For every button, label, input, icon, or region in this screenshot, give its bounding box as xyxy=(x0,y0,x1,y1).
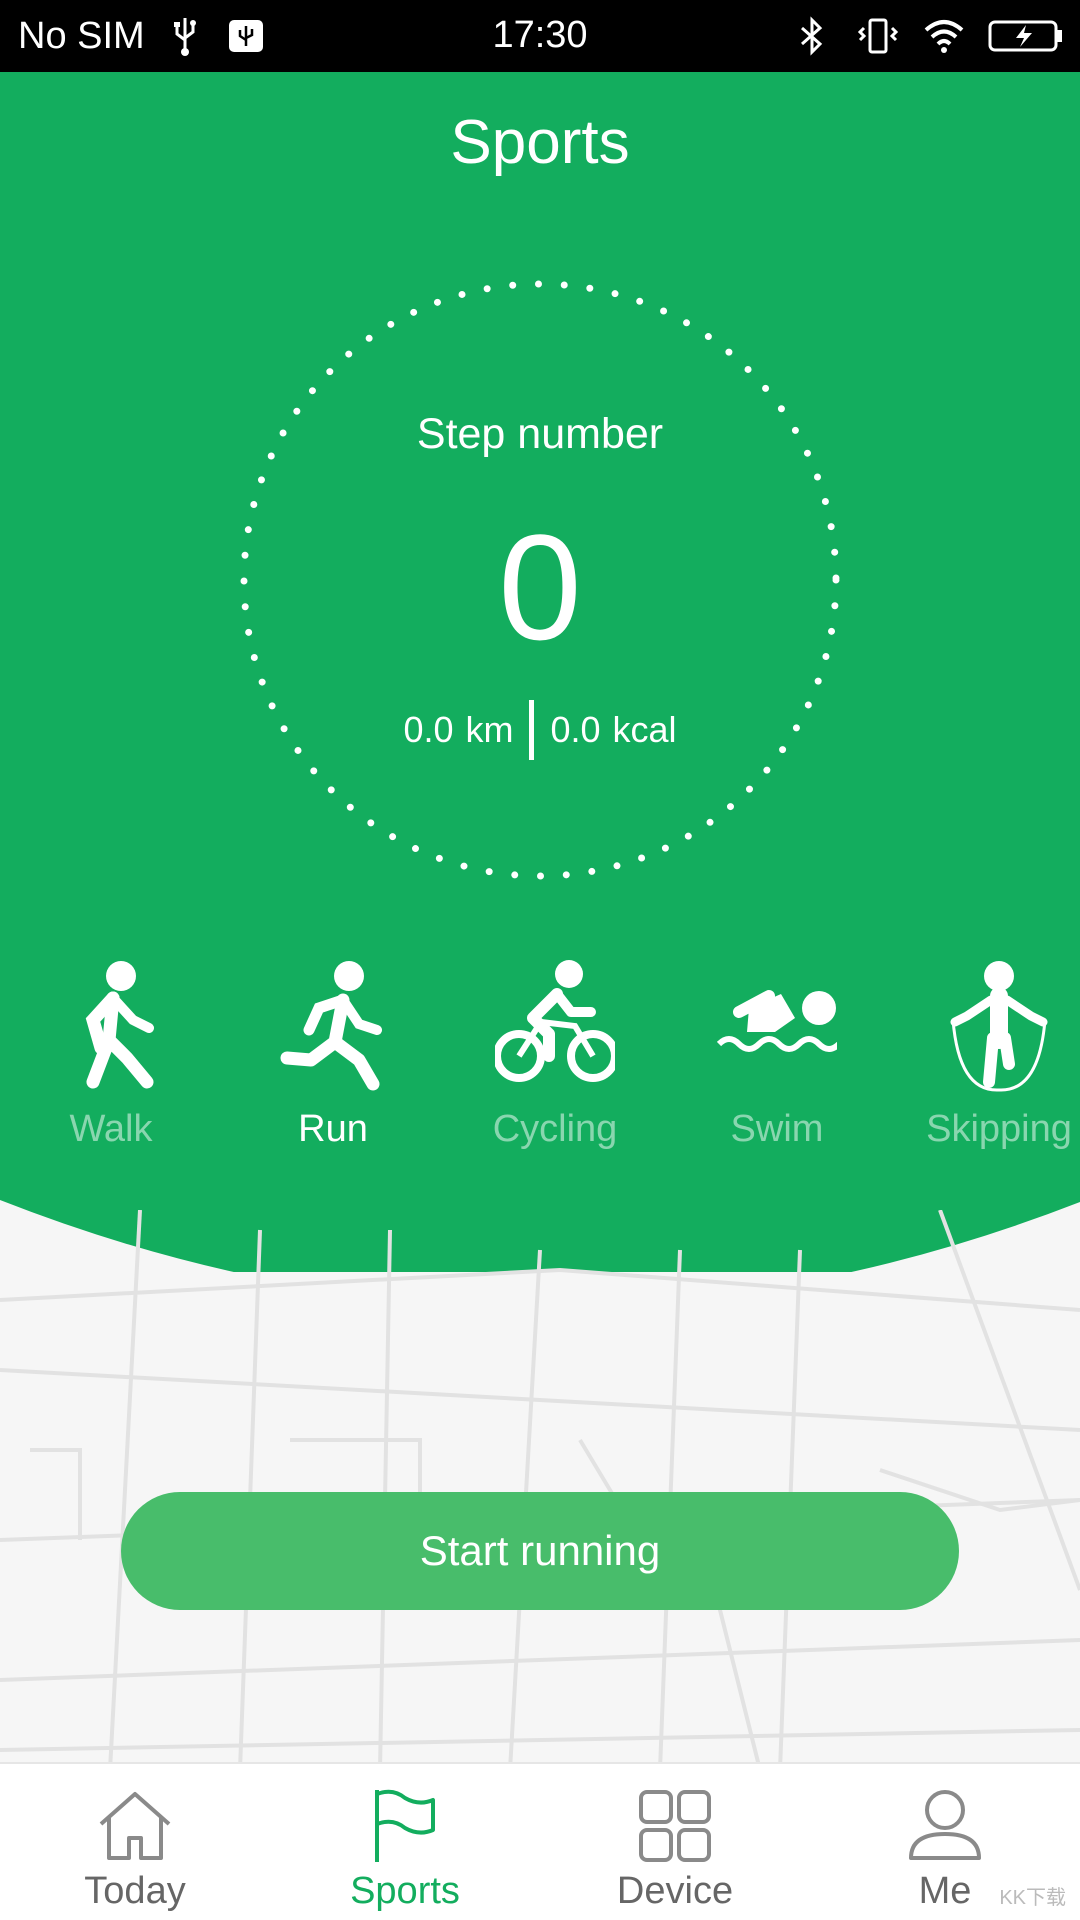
person-icon xyxy=(909,1790,981,1860)
run-icon xyxy=(280,961,382,1091)
step-count: 0 xyxy=(498,503,582,671)
nav-label: Sports xyxy=(350,1870,460,1912)
carrier-label: No SIM xyxy=(18,14,145,57)
sport-label: Run xyxy=(298,1108,368,1150)
step-number-label: Step number xyxy=(416,410,664,458)
sports-hero: Sports Step number 0 0.0 km 0.0 kcal Wal… xyxy=(0,72,1080,1272)
status-left: No SIM xyxy=(18,14,269,58)
sport-label: Skipping xyxy=(926,1108,1072,1150)
sport-run[interactable]: Run xyxy=(233,960,433,1160)
bottom-nav: Today Sports Device Me KK下载 xyxy=(0,1762,1080,1920)
sport-label: Walk xyxy=(69,1108,153,1150)
distance-value: 0.0 xyxy=(403,709,454,750)
sport-label: Cycling xyxy=(492,1108,618,1150)
wifi-icon xyxy=(924,20,964,53)
metrics-divider xyxy=(529,700,535,760)
grid-icon xyxy=(639,1790,711,1862)
page-title: Sports xyxy=(450,108,630,177)
battery-charging-icon xyxy=(988,20,1062,52)
distance-unit: km xyxy=(465,709,514,750)
bluetooth-icon xyxy=(801,16,823,56)
flag-icon xyxy=(375,1789,435,1862)
walk-icon xyxy=(85,961,154,1089)
map-background xyxy=(0,1210,1080,1770)
sport-walk[interactable]: Walk xyxy=(11,960,211,1160)
usb-debug-icon xyxy=(228,20,263,52)
calories-unit: kcal xyxy=(612,709,677,750)
skipping-icon xyxy=(950,961,1048,1092)
start-running-button[interactable]: Start running xyxy=(121,1492,959,1610)
sport-swim[interactable]: Swim xyxy=(677,960,877,1160)
sport-cycling[interactable]: Cycling xyxy=(455,960,655,1160)
nav-item-sports[interactable]: Sports xyxy=(270,1764,540,1920)
sport-type-selector: Walk Run Cycling Swim Skipping xyxy=(0,960,1080,1160)
vibrate-icon xyxy=(857,18,899,54)
home-icon xyxy=(99,1792,171,1860)
sport-label: Swim xyxy=(730,1108,824,1150)
nav-label: Device xyxy=(616,1870,734,1912)
watermark: KK下载 xyxy=(999,1887,1066,1909)
usb-icon xyxy=(173,18,196,56)
calories-value: 0.0 xyxy=(550,709,601,750)
cycling-icon xyxy=(495,960,615,1082)
swim-icon xyxy=(717,990,837,1052)
status-bar: No SIM 17:30 xyxy=(0,0,1080,72)
metrics-row: 0.0 km 0.0 kcal xyxy=(0,700,1080,760)
sport-skipping[interactable]: Skipping xyxy=(899,960,1080,1160)
nav-label: Today xyxy=(84,1870,186,1912)
nav-item-device[interactable]: Device xyxy=(540,1764,810,1920)
status-right xyxy=(790,14,1064,58)
nav-item-today[interactable]: Today xyxy=(0,1764,270,1920)
